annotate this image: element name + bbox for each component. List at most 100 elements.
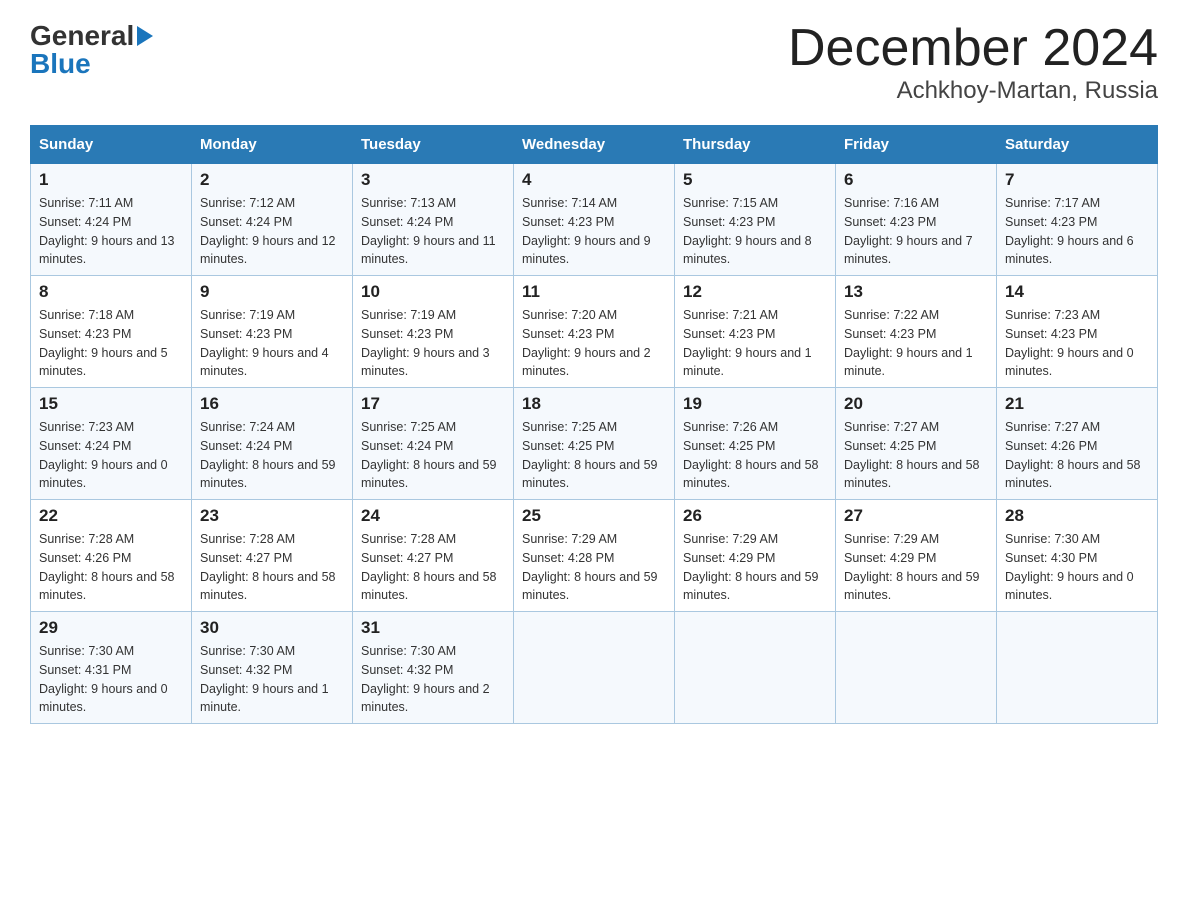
- calendar-cell: 24 Sunrise: 7:28 AMSunset: 4:27 PMDaylig…: [353, 500, 514, 612]
- day-number: 18: [522, 394, 666, 414]
- calendar-cell: 19 Sunrise: 7:26 AMSunset: 4:25 PMDaylig…: [675, 388, 836, 500]
- day-info: Sunrise: 7:16 AMSunset: 4:23 PMDaylight:…: [844, 194, 988, 269]
- day-info: Sunrise: 7:13 AMSunset: 4:24 PMDaylight:…: [361, 194, 505, 269]
- day-info: Sunrise: 7:12 AMSunset: 4:24 PMDaylight:…: [200, 194, 344, 269]
- calendar-week-row: 22 Sunrise: 7:28 AMSunset: 4:26 PMDaylig…: [31, 500, 1158, 612]
- calendar-cell: [836, 612, 997, 724]
- day-number: 7: [1005, 170, 1149, 190]
- header-wednesday: Wednesday: [514, 126, 675, 164]
- calendar-cell: 13 Sunrise: 7:22 AMSunset: 4:23 PMDaylig…: [836, 276, 997, 388]
- calendar-cell: 6 Sunrise: 7:16 AMSunset: 4:23 PMDayligh…: [836, 164, 997, 276]
- day-info: Sunrise: 7:21 AMSunset: 4:23 PMDaylight:…: [683, 306, 827, 381]
- day-info: Sunrise: 7:23 AMSunset: 4:24 PMDaylight:…: [39, 418, 183, 493]
- calendar-cell: 20 Sunrise: 7:27 AMSunset: 4:25 PMDaylig…: [836, 388, 997, 500]
- header-saturday: Saturday: [997, 126, 1158, 164]
- day-info: Sunrise: 7:25 AMSunset: 4:25 PMDaylight:…: [522, 418, 666, 493]
- day-info: Sunrise: 7:30 AMSunset: 4:30 PMDaylight:…: [1005, 530, 1149, 605]
- day-info: Sunrise: 7:30 AMSunset: 4:32 PMDaylight:…: [200, 642, 344, 717]
- day-number: 15: [39, 394, 183, 414]
- title-block: December 2024 Achkhoy-Martan, Russia: [788, 20, 1158, 105]
- day-number: 11: [522, 282, 666, 302]
- calendar-cell: 5 Sunrise: 7:15 AMSunset: 4:23 PMDayligh…: [675, 164, 836, 276]
- calendar-cell: 2 Sunrise: 7:12 AMSunset: 4:24 PMDayligh…: [192, 164, 353, 276]
- day-number: 9: [200, 282, 344, 302]
- calendar-cell: 25 Sunrise: 7:29 AMSunset: 4:28 PMDaylig…: [514, 500, 675, 612]
- header-friday: Friday: [836, 126, 997, 164]
- logo-arrow-icon: [137, 26, 153, 46]
- day-number: 16: [200, 394, 344, 414]
- day-info: Sunrise: 7:19 AMSunset: 4:23 PMDaylight:…: [200, 306, 344, 381]
- header-sunday: Sunday: [31, 126, 192, 164]
- header-tuesday: Tuesday: [353, 126, 514, 164]
- calendar-cell: 22 Sunrise: 7:28 AMSunset: 4:26 PMDaylig…: [31, 500, 192, 612]
- calendar-cell: [675, 612, 836, 724]
- day-info: Sunrise: 7:26 AMSunset: 4:25 PMDaylight:…: [683, 418, 827, 493]
- day-number: 26: [683, 506, 827, 526]
- day-number: 22: [39, 506, 183, 526]
- day-info: Sunrise: 7:28 AMSunset: 4:26 PMDaylight:…: [39, 530, 183, 605]
- calendar-cell: 18 Sunrise: 7:25 AMSunset: 4:25 PMDaylig…: [514, 388, 675, 500]
- day-number: 4: [522, 170, 666, 190]
- day-info: Sunrise: 7:29 AMSunset: 4:29 PMDaylight:…: [683, 530, 827, 605]
- day-info: Sunrise: 7:17 AMSunset: 4:23 PMDaylight:…: [1005, 194, 1149, 269]
- logo: General Blue: [30, 20, 153, 80]
- calendar-cell: 1 Sunrise: 7:11 AMSunset: 4:24 PMDayligh…: [31, 164, 192, 276]
- day-number: 10: [361, 282, 505, 302]
- header-thursday: Thursday: [675, 126, 836, 164]
- day-number: 31: [361, 618, 505, 638]
- day-info: Sunrise: 7:28 AMSunset: 4:27 PMDaylight:…: [361, 530, 505, 605]
- calendar-cell: 12 Sunrise: 7:21 AMSunset: 4:23 PMDaylig…: [675, 276, 836, 388]
- day-info: Sunrise: 7:30 AMSunset: 4:31 PMDaylight:…: [39, 642, 183, 717]
- month-title: December 2024: [788, 20, 1158, 77]
- day-number: 5: [683, 170, 827, 190]
- day-info: Sunrise: 7:14 AMSunset: 4:23 PMDaylight:…: [522, 194, 666, 269]
- calendar-cell: 31 Sunrise: 7:30 AMSunset: 4:32 PMDaylig…: [353, 612, 514, 724]
- calendar-cell: 29 Sunrise: 7:30 AMSunset: 4:31 PMDaylig…: [31, 612, 192, 724]
- day-number: 13: [844, 282, 988, 302]
- calendar-week-row: 1 Sunrise: 7:11 AMSunset: 4:24 PMDayligh…: [31, 164, 1158, 276]
- day-info: Sunrise: 7:29 AMSunset: 4:29 PMDaylight:…: [844, 530, 988, 605]
- calendar-cell: 16 Sunrise: 7:24 AMSunset: 4:24 PMDaylig…: [192, 388, 353, 500]
- calendar-cell: 26 Sunrise: 7:29 AMSunset: 4:29 PMDaylig…: [675, 500, 836, 612]
- page-header: General Blue December 2024 Achkhoy-Marta…: [30, 20, 1158, 105]
- calendar-week-row: 8 Sunrise: 7:18 AMSunset: 4:23 PMDayligh…: [31, 276, 1158, 388]
- day-info: Sunrise: 7:27 AMSunset: 4:25 PMDaylight:…: [844, 418, 988, 493]
- day-info: Sunrise: 7:11 AMSunset: 4:24 PMDaylight:…: [39, 194, 183, 269]
- day-number: 21: [1005, 394, 1149, 414]
- calendar-header-row: SundayMondayTuesdayWednesdayThursdayFrid…: [31, 126, 1158, 164]
- calendar-cell: 10 Sunrise: 7:19 AMSunset: 4:23 PMDaylig…: [353, 276, 514, 388]
- calendar-cell: 17 Sunrise: 7:25 AMSunset: 4:24 PMDaylig…: [353, 388, 514, 500]
- day-number: 27: [844, 506, 988, 526]
- day-info: Sunrise: 7:23 AMSunset: 4:23 PMDaylight:…: [1005, 306, 1149, 381]
- day-number: 8: [39, 282, 183, 302]
- day-number: 2: [200, 170, 344, 190]
- day-number: 6: [844, 170, 988, 190]
- day-number: 25: [522, 506, 666, 526]
- day-info: Sunrise: 7:25 AMSunset: 4:24 PMDaylight:…: [361, 418, 505, 493]
- header-monday: Monday: [192, 126, 353, 164]
- day-info: Sunrise: 7:18 AMSunset: 4:23 PMDaylight:…: [39, 306, 183, 381]
- day-number: 28: [1005, 506, 1149, 526]
- calendar-cell: 8 Sunrise: 7:18 AMSunset: 4:23 PMDayligh…: [31, 276, 192, 388]
- calendar-cell: 30 Sunrise: 7:30 AMSunset: 4:32 PMDaylig…: [192, 612, 353, 724]
- day-info: Sunrise: 7:20 AMSunset: 4:23 PMDaylight:…: [522, 306, 666, 381]
- calendar-cell: 14 Sunrise: 7:23 AMSunset: 4:23 PMDaylig…: [997, 276, 1158, 388]
- day-number: 29: [39, 618, 183, 638]
- day-number: 12: [683, 282, 827, 302]
- calendar-cell: 7 Sunrise: 7:17 AMSunset: 4:23 PMDayligh…: [997, 164, 1158, 276]
- calendar-cell: 11 Sunrise: 7:20 AMSunset: 4:23 PMDaylig…: [514, 276, 675, 388]
- calendar-cell: 28 Sunrise: 7:30 AMSunset: 4:30 PMDaylig…: [997, 500, 1158, 612]
- day-info: Sunrise: 7:28 AMSunset: 4:27 PMDaylight:…: [200, 530, 344, 605]
- day-info: Sunrise: 7:24 AMSunset: 4:24 PMDaylight:…: [200, 418, 344, 493]
- calendar-cell: 15 Sunrise: 7:23 AMSunset: 4:24 PMDaylig…: [31, 388, 192, 500]
- day-number: 24: [361, 506, 505, 526]
- calendar-cell: 27 Sunrise: 7:29 AMSunset: 4:29 PMDaylig…: [836, 500, 997, 612]
- day-info: Sunrise: 7:19 AMSunset: 4:23 PMDaylight:…: [361, 306, 505, 381]
- day-number: 19: [683, 394, 827, 414]
- calendar-cell: [514, 612, 675, 724]
- calendar-week-row: 15 Sunrise: 7:23 AMSunset: 4:24 PMDaylig…: [31, 388, 1158, 500]
- day-number: 14: [1005, 282, 1149, 302]
- logo-blue-text: Blue: [30, 48, 153, 80]
- day-number: 1: [39, 170, 183, 190]
- calendar-cell: [997, 612, 1158, 724]
